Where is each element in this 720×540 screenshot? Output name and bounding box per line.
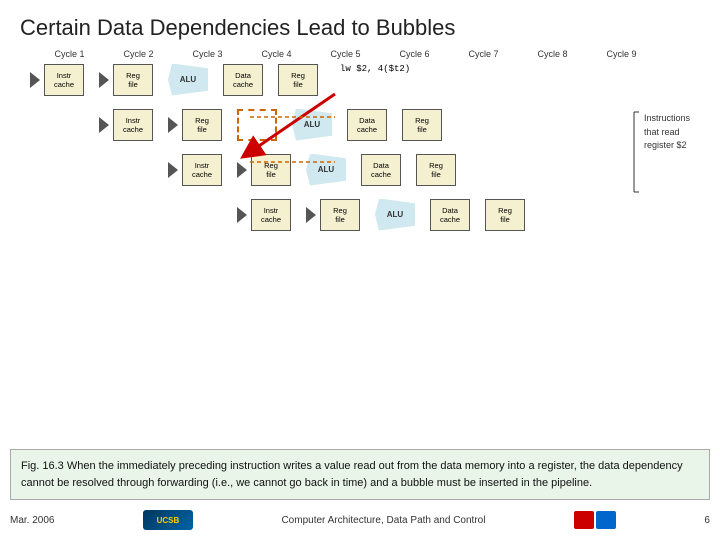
ucsb-logo: UCSB [143,510,193,530]
alu-3: ALU [375,199,415,231]
footer-course: Computer Architecture, Data Path and Con… [281,515,485,526]
bubble-indicator [237,109,277,141]
patterson-logo [574,511,616,529]
cycle-8-label: Cycle 8 [518,49,587,59]
data-cache-2: Datacache [361,154,401,186]
arrow-2 [168,162,180,178]
cycle-9-label: Cycle 9 [587,49,656,59]
caption-text: Fig. 16.3 When the immediately preceding… [21,460,683,489]
row-3: Instrcache Regfile ALU Datacache Regfile [237,197,525,232]
row-0: Instrcache Regfile ALU Datacache Regfile [30,62,318,97]
cycle-5-label: Cycle 5 [311,49,380,59]
bubble-box [237,109,277,141]
arrow-2b [237,162,249,178]
footer-page: 6 [704,515,710,526]
footer-date: Mar. 2006 [10,515,54,526]
row-1: Instrcache Regfile ALU Datacache Regfile [99,107,442,142]
instr-cache-1: Instrcache [113,109,153,141]
cycle-3-label: Cycle 3 [173,49,242,59]
footer-logo: UCSB [143,510,193,530]
cycle-labels: Cycle 1 Cycle 2 Cycle 3 Cycle 4 Cycle 5 … [20,49,700,59]
cycle-7-label: Cycle 7 [449,49,518,59]
instr-cache-0: Instrcache [44,64,84,96]
pipeline-diagram: Instrcache Regfile ALU Datacache Regfile… [30,62,700,332]
alu-2: ALU [306,154,346,186]
reg-file2-2: Regfile [416,154,456,186]
instr-cache-2: Instrcache [182,154,222,186]
reg-file2-3: Regfile [485,199,525,231]
arrow-1b [168,117,180,133]
alu-0: ALU [168,64,208,96]
pat-logo-right [596,511,616,529]
reg-file2-0: Regfile [278,64,318,96]
reg-file-1: Regfile [182,109,222,141]
cycle-6-label: Cycle 6 [380,49,449,59]
slide: Certain Data Dependencies Lead to Bubble… [0,0,720,540]
bracket-svg [629,102,719,222]
arrow-0 [30,72,42,88]
alu-1: ALU [292,109,332,141]
cycle-4-label: Cycle 4 [242,49,311,59]
cycle-2-label: Cycle 2 [104,49,173,59]
pat-logo-left [574,511,594,529]
arrow-3b [306,207,318,223]
arrow-3 [237,207,249,223]
instructions-note: Instructionsthat readregister $2 [644,112,690,153]
reg-file-3: Regfile [320,199,360,231]
data-cache-1: Datacache [347,109,387,141]
arrow-0b [99,72,111,88]
data-cache-3: Datacache [430,199,470,231]
ucsb-text: UCSB [157,516,180,525]
cycle-1-label: Cycle 1 [35,49,104,59]
instr-code-label: lw $2, 4($t2) [340,64,410,74]
arrow-1 [99,117,111,133]
instr-cache-3: Instrcache [251,199,291,231]
data-cache-0: Datacache [223,64,263,96]
caption-box: Fig. 16.3 When the immediately preceding… [10,449,710,500]
reg-file-0: Regfile [113,64,153,96]
page-title: Certain Data Dependencies Lead to Bubble… [20,15,700,41]
reg-file2-1: Regfile [402,109,442,141]
row-2: Instrcache Regfile ALU Datacache Regfile [168,152,456,187]
reg-file-2: Regfile [251,154,291,186]
footer: Mar. 2006 UCSB Computer Architecture, Da… [10,510,710,530]
